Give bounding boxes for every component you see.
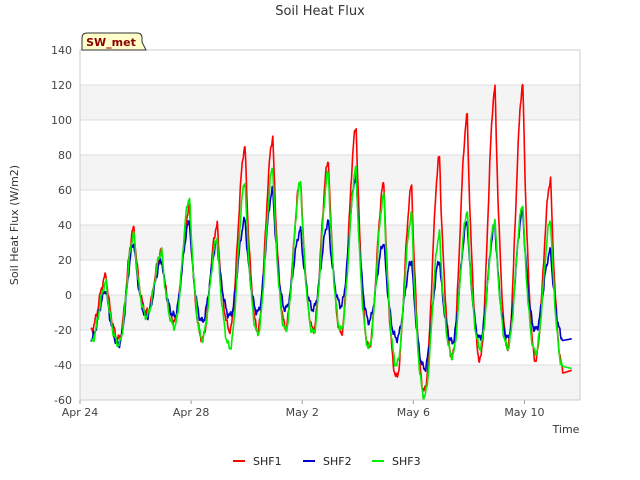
y-tick-label: 60 (58, 184, 72, 197)
y-tick-label: 40 (58, 219, 72, 232)
badge-label: SW_met (86, 36, 136, 49)
x-axis-title: Time (552, 423, 580, 436)
y-tick-label: -40 (54, 359, 72, 372)
y-tick-label: 100 (51, 114, 72, 127)
x-tick-label: May 2 (286, 406, 319, 419)
y-tick-label: 140 (51, 44, 72, 57)
y-tick-label: 0 (65, 289, 72, 302)
legend-label-shf3: SHF3 (392, 455, 421, 468)
x-tick-label: May 6 (397, 406, 430, 419)
sw-met-badge: SW_met (81, 32, 147, 51)
y-tick-label: -20 (54, 324, 72, 337)
x-tick-label: Apr 24 (62, 406, 99, 419)
plot-band (80, 50, 580, 85)
chart-title: Soil Heat Flux (275, 4, 365, 19)
y-tick-label: 80 (58, 149, 72, 162)
x-tick-label: Apr 28 (173, 406, 210, 419)
y-axis-title: Soil Heat Flux (W/m2) (8, 165, 21, 285)
plot-band (80, 120, 580, 155)
legend-label-shf2: SHF2 (323, 455, 352, 468)
x-axis-ticks: Apr 24 Apr 28 May 2 May 6 May 10 (62, 400, 545, 419)
soil-heat-flux-chart: -60-40-20020406080100120140 Apr 24 Apr 28… (8, 4, 581, 468)
plot-band (80, 365, 580, 400)
legend: SHF1 SHF2 SHF3 (233, 455, 421, 468)
y-axis-ticks: -60-40-20020406080100120140 (51, 44, 72, 407)
x-tick-label: May 10 (504, 406, 544, 419)
plot-band (80, 295, 580, 330)
y-tick-label: 20 (58, 254, 72, 267)
y-tick-label: 120 (51, 79, 72, 92)
plot-band (80, 85, 580, 120)
legend-label-shf1: SHF1 (253, 455, 282, 468)
